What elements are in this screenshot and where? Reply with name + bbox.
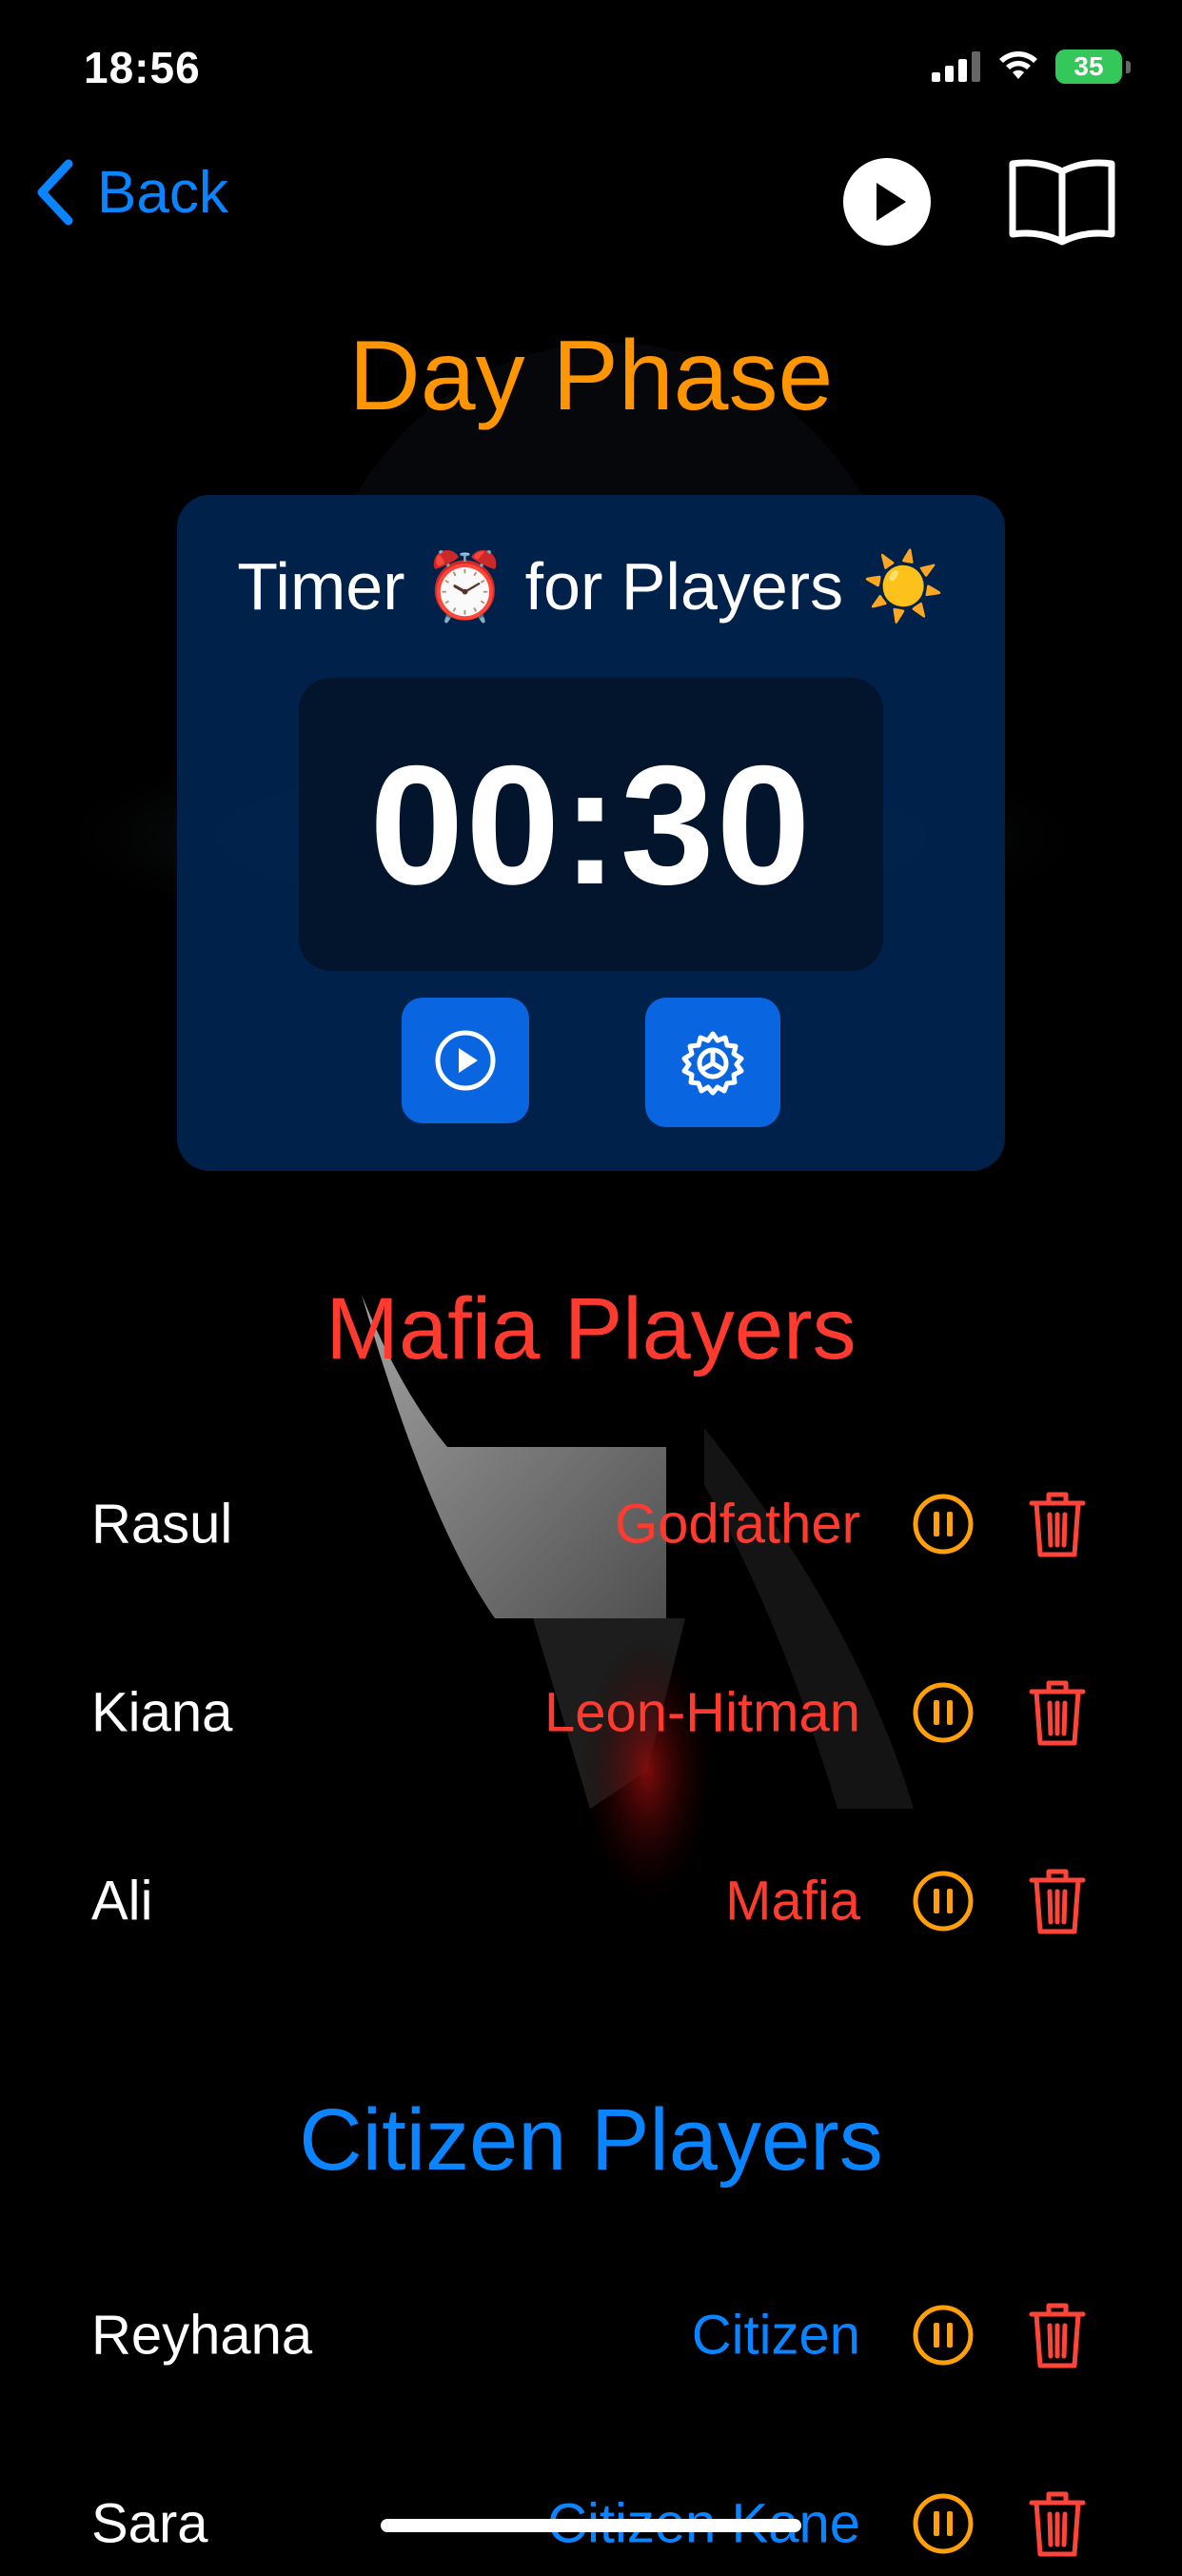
pause-player-button[interactable] [912, 1681, 975, 1744]
phase-title: Day Phase [348, 321, 834, 431]
trash-icon[interactable] [1028, 2301, 1087, 2369]
player-name: Sara [91, 2492, 208, 2555]
timer-settings-button[interactable] [645, 998, 780, 1127]
rules-book-button[interactable] [1007, 156, 1117, 248]
player-name: Ali [91, 1870, 153, 1932]
pause-player-button[interactable] [912, 1493, 975, 1556]
pause-player-button[interactable] [912, 2492, 975, 2555]
timer-heading: Timer ⏰ for Players ☀️ [237, 549, 945, 624]
player-role: Mafia [725, 1870, 860, 1932]
battery-tip [1126, 60, 1131, 73]
pause-player-button[interactable] [912, 1870, 975, 1932]
citizen-section-title: Citizen Players [299, 2091, 883, 2189]
mafia-section-title: Mafia Players [325, 1280, 857, 1377]
battery-level: 35 [1055, 50, 1122, 84]
gear-icon [681, 1031, 744, 1096]
player-name: Rasul [91, 1493, 233, 1556]
player-row: Kiana Leon-Hitman [0, 1660, 1182, 1765]
trash-icon[interactable] [1028, 1867, 1087, 1935]
player-row: Reyhana Citizen [0, 2283, 1182, 2388]
play-button[interactable] [843, 158, 931, 246]
trash-icon[interactable] [1028, 1490, 1087, 1558]
status-icons: 35 [932, 50, 1131, 84]
player-row: Ali Mafia [0, 1849, 1182, 1953]
player-name: Reyhana [91, 2304, 313, 2367]
status-time: 18:56 [84, 43, 201, 92]
trash-icon[interactable] [1028, 2489, 1087, 2558]
play-icon [843, 158, 931, 246]
back-button[interactable]: Back [34, 158, 228, 227]
battery-indicator: 35 [1055, 50, 1131, 84]
play-circle-icon [435, 1030, 496, 1091]
player-role: Godfather [615, 1493, 860, 1556]
player-role: Citizen [691, 2304, 860, 2367]
player-name: Kiana [91, 1681, 233, 1744]
player-role: Leon-Hitman [543, 1681, 860, 1744]
book-icon [1009, 159, 1115, 246]
trash-icon[interactable] [1028, 1678, 1087, 1747]
player-row: Rasul Godfather [0, 1472, 1182, 1576]
timer-card: Timer ⏰ for Players ☀️ 00:30 [177, 495, 1005, 1171]
chevron-left-icon [37, 159, 73, 226]
status-bar: 18:56 35 [0, 0, 1182, 133]
home-indicator [381, 2519, 801, 2532]
back-label: Back [97, 159, 228, 226]
pause-player-button[interactable] [912, 2304, 975, 2367]
timer-start-button[interactable] [402, 998, 529, 1123]
wifi-icon [999, 51, 1037, 79]
cellular-signal-icon [932, 51, 980, 82]
timer-display: 00:30 [299, 678, 883, 971]
